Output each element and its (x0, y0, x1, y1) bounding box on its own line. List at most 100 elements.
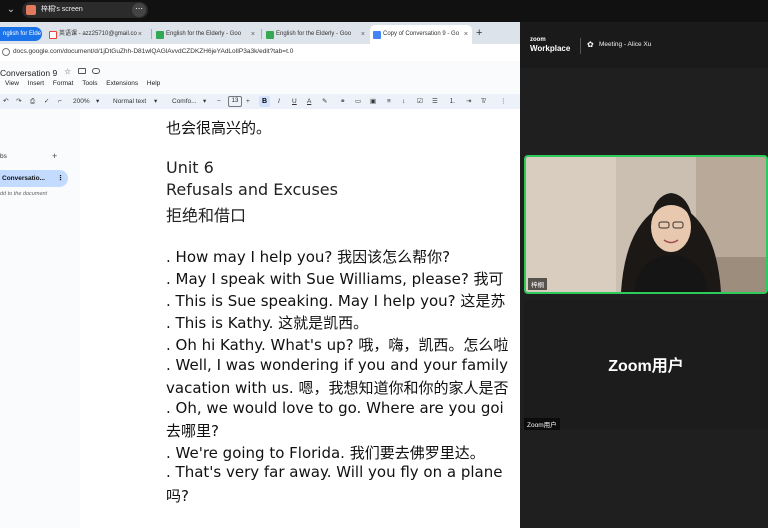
bullet-list-icon[interactable]: ☰ (432, 96, 438, 107)
docs-icon (266, 31, 274, 39)
document-page[interactable]: 也会很高兴的。 Unit 6 Refusals and Excuses 拒绝和借… (80, 109, 520, 528)
doc-line: . We're going to Florida. 我们要去佛罗里达。 (166, 444, 485, 462)
doc-line: . This is Sue speaking. May I help you? … (166, 292, 506, 310)
redo-icon[interactable]: ↷ (16, 96, 21, 107)
undo-icon[interactable]: ↶ (3, 96, 8, 107)
doc-line: 去哪里? (166, 422, 219, 440)
screen: ⌄ 梓桐's screen ⋯ nglish for Elde 英语课 - az… (0, 0, 768, 528)
url-text[interactable]: docs.google.com/document/d/1jDtGuZhh-D81… (13, 46, 293, 58)
close-icon[interactable]: × (138, 25, 142, 44)
paint-format-icon[interactable]: ⌐ (58, 96, 62, 107)
address-bar[interactable]: docs.google.com/document/d/1jDtGuZhh-D81… (0, 44, 520, 61)
document-tab-item[interactable]: Conversatio... ⋮ (0, 170, 68, 187)
underline-button[interactable]: U (292, 96, 297, 107)
menu-bar: View Insert Format Tools Extensions Help (5, 80, 167, 87)
menu-help[interactable]: Help (147, 80, 160, 87)
spellcheck-icon[interactable]: ✓ (44, 96, 49, 107)
zoom-logo-bottom: Workplace (530, 44, 571, 53)
screen-share-bar: ⌄ 梓桐's screen ⋯ (0, 0, 768, 22)
tab-group-chip[interactable]: nglish for Elde (0, 27, 42, 41)
doc-line: 拒绝和借口 (166, 206, 247, 225)
document-title[interactable]: Conversation 9 (0, 68, 57, 78)
highlight-icon[interactable]: ✎ (322, 96, 327, 107)
participant-video (526, 157, 766, 292)
tab-copy-conversation-9[interactable]: Copy of Conversation 9 - Go × (370, 25, 472, 44)
tab-divider (151, 29, 152, 39)
participant-video-tile[interactable]: 梓桐 (524, 155, 768, 294)
zoom-user-tag: Zoom用户 (524, 418, 560, 430)
document-area: bs + Conversatio... ⋮ dd to the document… (0, 109, 520, 528)
zoom-meeting-panel: zoom Workplace ✿ Meeting - Alice Xu 梓桐 Z… (520, 22, 768, 528)
more-icon[interactable]: ⋮ (500, 96, 507, 107)
doc-line: 吗? (166, 487, 189, 505)
line-spacing-icon[interactable]: ↕ (402, 96, 405, 107)
header-divider (580, 38, 581, 54)
font-size-decrease[interactable]: − (217, 96, 221, 107)
docs-icon (373, 31, 381, 39)
checklist-icon[interactable]: ☑ (417, 96, 423, 107)
align-icon[interactable]: ≡ (387, 96, 391, 107)
share-title: 梓桐's screen (41, 6, 83, 13)
style-select[interactable]: Normal text (113, 96, 146, 107)
doc-line: . That's very far away. Will you fly on … (166, 463, 503, 481)
menu-insert[interactable]: Insert (28, 80, 44, 87)
zoom-select[interactable]: 200% (73, 96, 90, 107)
close-icon[interactable]: × (361, 25, 365, 44)
tabs-heading: bs (0, 153, 7, 160)
close-icon[interactable]: × (251, 25, 255, 44)
chevron-down-icon[interactable]: ▾ (203, 96, 206, 107)
font-size-field[interactable]: 13 (228, 96, 242, 107)
menu-tools[interactable]: Tools (82, 80, 97, 87)
tab-label: English for the Elderly - Goo (276, 31, 352, 37)
menu-extensions[interactable]: Extensions (106, 80, 138, 87)
screen-share-pill[interactable]: 梓桐's screen ⋯ (22, 2, 148, 18)
folder-icon[interactable] (78, 68, 86, 74)
italic-button[interactable]: I (278, 96, 280, 107)
zoom-user-tile[interactable]: Zoom用户 Zoom用户 (524, 300, 768, 430)
comment-icon[interactable]: ▭ (355, 96, 361, 107)
doc-line: 也会很高兴的。 (166, 119, 272, 137)
chevron-down-icon[interactable]: ▾ (154, 96, 157, 107)
doc-line: Refusals and Excuses (166, 180, 338, 199)
bold-button[interactable]: B (259, 96, 270, 107)
link-icon[interactable]: ⚭ (340, 96, 345, 107)
close-icon[interactable]: × (464, 25, 468, 44)
star-icon[interactable]: ☆ (64, 67, 71, 76)
zoom-header: zoom Workplace ✿ Meeting - Alice Xu (520, 22, 768, 68)
doc-line: . How may I help you? 我因该怎么帮你? (166, 248, 451, 266)
more-icon[interactable]: ⋯ (132, 3, 146, 17)
image-icon[interactable]: ▣ (370, 96, 376, 107)
font-size-increase[interactable]: + (246, 96, 250, 107)
meeting-title: Meeting - Alice Xu (599, 41, 652, 48)
indent-icon[interactable]: ⇥ (466, 96, 471, 107)
gmail-icon (49, 31, 57, 39)
site-info-icon[interactable] (2, 48, 10, 56)
chevron-down-icon[interactable]: ▾ (96, 96, 99, 107)
new-tab-button[interactable]: + (476, 26, 482, 40)
doc-line: vacation with us. 嗯，我想知道你和你的家人是否 (166, 379, 509, 397)
menu-format[interactable]: Format (53, 80, 74, 87)
text-color-button[interactable]: A (307, 96, 311, 107)
paw-icon: ✿ (587, 40, 594, 49)
chevron-down-icon[interactable]: ⌄ (4, 3, 18, 17)
document-tabs-pane: bs + Conversatio... ⋮ dd to the document (0, 109, 80, 528)
doc-line: . Well, I was wondering if you and your … (166, 356, 508, 374)
numbered-list-icon[interactable]: ⒈ (449, 96, 456, 107)
more-icon[interactable]: ⋮ (57, 170, 64, 187)
print-icon[interactable]: ⎙ (30, 96, 35, 107)
tab-label: 英语课 - azz25710@gmail.co (59, 31, 137, 37)
cloud-icon[interactable] (92, 68, 100, 74)
docs-toolbar: ↶ ↷ ⎙ ✓ ⌐ 200% ▾ Normal text ▾ Comfo... … (0, 94, 520, 109)
zoom-user-name: Zoom用户 (608, 358, 684, 375)
document-tab-label: Conversatio... (2, 175, 45, 182)
tab-label: Copy of Conversation 9 - Go (383, 31, 460, 37)
browser-tab-strip: nglish for Elde 英语课 - azz25710@gmail.co … (0, 22, 520, 44)
clear-format-icon[interactable]: T̸ (481, 96, 485, 107)
menu-view[interactable]: View (5, 80, 19, 87)
tab-gmail[interactable]: 英语课 - azz25710@gmail.co × (46, 25, 146, 44)
tab-docs-elderly-2[interactable]: English for the Elderly - Goo × (263, 25, 369, 44)
docs-icon (156, 31, 164, 39)
add-tab-button[interactable]: + (52, 151, 57, 161)
tab-docs-elderly-1[interactable]: English for the Elderly - Goo × (153, 25, 259, 44)
font-select[interactable]: Comfo... (172, 96, 197, 107)
